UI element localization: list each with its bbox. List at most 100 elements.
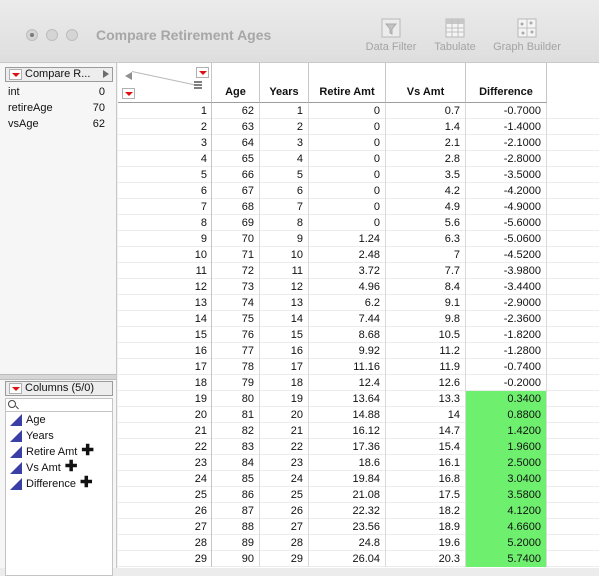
table-cell[interactable]: 5.7400 [466,551,547,567]
formula-icon[interactable]: ✚ [81,442,94,459]
table-cell[interactable]: 2.8 [386,151,466,167]
table-cell[interactable]: 8.4 [386,279,466,295]
table-cell[interactable]: 87 [212,503,260,519]
table-cell[interactable]: 0.8800 [466,407,547,423]
table-cell[interactable]: 76 [212,327,260,343]
table-cell[interactable]: 66 [212,167,260,183]
column-header[interactable]: Retire Amt [309,63,386,103]
table-cell[interactable]: 17.36 [309,439,386,455]
table-cell[interactable]: 18.2 [386,503,466,519]
column-item[interactable]: Years [6,428,112,444]
tabulate-button[interactable]: Tabulate [430,18,480,53]
panel-splitter[interactable] [0,374,116,380]
table-cell[interactable]: 73 [212,279,260,295]
table-cell[interactable]: 5.2000 [466,535,547,551]
table-cell[interactable]: 26.04 [309,551,386,567]
table-cell[interactable]: 4.6600 [466,519,547,535]
table-cell[interactable]: 6.2 [309,295,386,311]
table-cell[interactable]: 19.84 [309,471,386,487]
data-filter-button[interactable]: Data Filter [362,18,420,53]
row-number[interactable]: 11 [118,263,212,279]
table-cell[interactable]: -2.8000 [466,151,547,167]
table-variable[interactable]: int 0 [5,84,113,100]
table-cell[interactable]: 16.12 [309,423,386,439]
table-cell[interactable]: 9.1 [386,295,466,311]
row-number[interactable]: 3 [118,135,212,151]
table-cell[interactable]: -2.3600 [466,311,547,327]
row-number[interactable]: 5 [118,167,212,183]
table-cell[interactable]: 1.4 [386,119,466,135]
table-cell[interactable]: -2.9000 [466,295,547,311]
table-cell[interactable]: 0 [309,135,386,151]
column-item[interactable]: Vs Amt ✚ [6,459,112,476]
column-header[interactable]: Age [212,63,260,103]
table-cell[interactable]: 11 [260,263,309,279]
table-cell[interactable]: 5.6 [386,215,466,231]
table-cell[interactable]: 84 [212,455,260,471]
table-cell[interactable]: 3.5800 [466,487,547,503]
table-cell[interactable]: 74 [212,295,260,311]
row-number[interactable]: 7 [118,199,212,215]
row-number[interactable]: 14 [118,311,212,327]
table-cell[interactable]: -5.0600 [466,231,547,247]
row-number[interactable]: 4 [118,151,212,167]
table-cell[interactable]: 14 [260,311,309,327]
table-cell[interactable]: 15 [260,327,309,343]
row-number[interactable]: 8 [118,215,212,231]
table-cell[interactable]: 16 [260,343,309,359]
table-cell[interactable]: 22 [260,439,309,455]
table-cell[interactable]: 4 [260,151,309,167]
table-cell[interactable]: -3.4400 [466,279,547,295]
row-number[interactable]: 18 [118,375,212,391]
table-cell[interactable]: 79 [212,375,260,391]
table-cell[interactable]: 0.7 [386,103,466,119]
table-cell[interactable]: 16.1 [386,455,466,471]
table-cell[interactable]: 13.3 [386,391,466,407]
table-cell[interactable]: 88 [212,519,260,535]
table-cell[interactable]: 18.6 [309,455,386,471]
table-cell[interactable]: -2.1000 [466,135,547,151]
play-icon[interactable] [103,70,109,78]
table-cell[interactable]: -1.4000 [466,119,547,135]
table-cell[interactable]: 14 [386,407,466,423]
table-cell[interactable]: 11.2 [386,343,466,359]
table-cell[interactable]: 5 [260,167,309,183]
table-cell[interactable]: 89 [212,535,260,551]
row-number[interactable]: 27 [118,519,212,535]
table-cell[interactable]: 7.7 [386,263,466,279]
row-number[interactable]: 29 [118,551,212,567]
row-number[interactable]: 2 [118,119,212,135]
row-number[interactable]: 9 [118,231,212,247]
table-cell[interactable]: 26 [260,503,309,519]
row-number[interactable]: 26 [118,503,212,519]
row-number[interactable]: 24 [118,471,212,487]
table-cell[interactable]: 6.3 [386,231,466,247]
table-cell[interactable]: 11.16 [309,359,386,375]
table-cell[interactable]: 64 [212,135,260,151]
table-cell[interactable]: 29 [260,551,309,567]
column-header[interactable]: Years [260,63,309,103]
graph-builder-button[interactable]: Graph Builder [489,18,565,53]
table-cell[interactable]: 12 [260,279,309,295]
table-cell[interactable]: 1 [260,103,309,119]
table-cell[interactable]: 81 [212,407,260,423]
table-cell[interactable]: 25 [260,487,309,503]
table-cell[interactable]: 21 [260,423,309,439]
row-number[interactable]: 1 [118,103,212,119]
table-cell[interactable]: 24.8 [309,535,386,551]
table-cell[interactable]: 63 [212,119,260,135]
row-number[interactable]: 28 [118,535,212,551]
table-cell[interactable]: -1.2800 [466,343,547,359]
table-variable[interactable]: retireAge 70 [5,100,113,116]
table-cell[interactable]: 3.0400 [466,471,547,487]
table-cell[interactable]: 71 [212,247,260,263]
column-item[interactable]: Difference ✚ [6,475,112,492]
table-cell[interactable]: 16.8 [386,471,466,487]
table-cell[interactable]: 2 [260,119,309,135]
table-cell[interactable]: 2.48 [309,247,386,263]
table-cell[interactable]: 23.56 [309,519,386,535]
table-cell[interactable]: 6 [260,183,309,199]
table-cell[interactable]: 14.88 [309,407,386,423]
table-cell[interactable]: 20 [260,407,309,423]
table-cell[interactable]: 9.92 [309,343,386,359]
